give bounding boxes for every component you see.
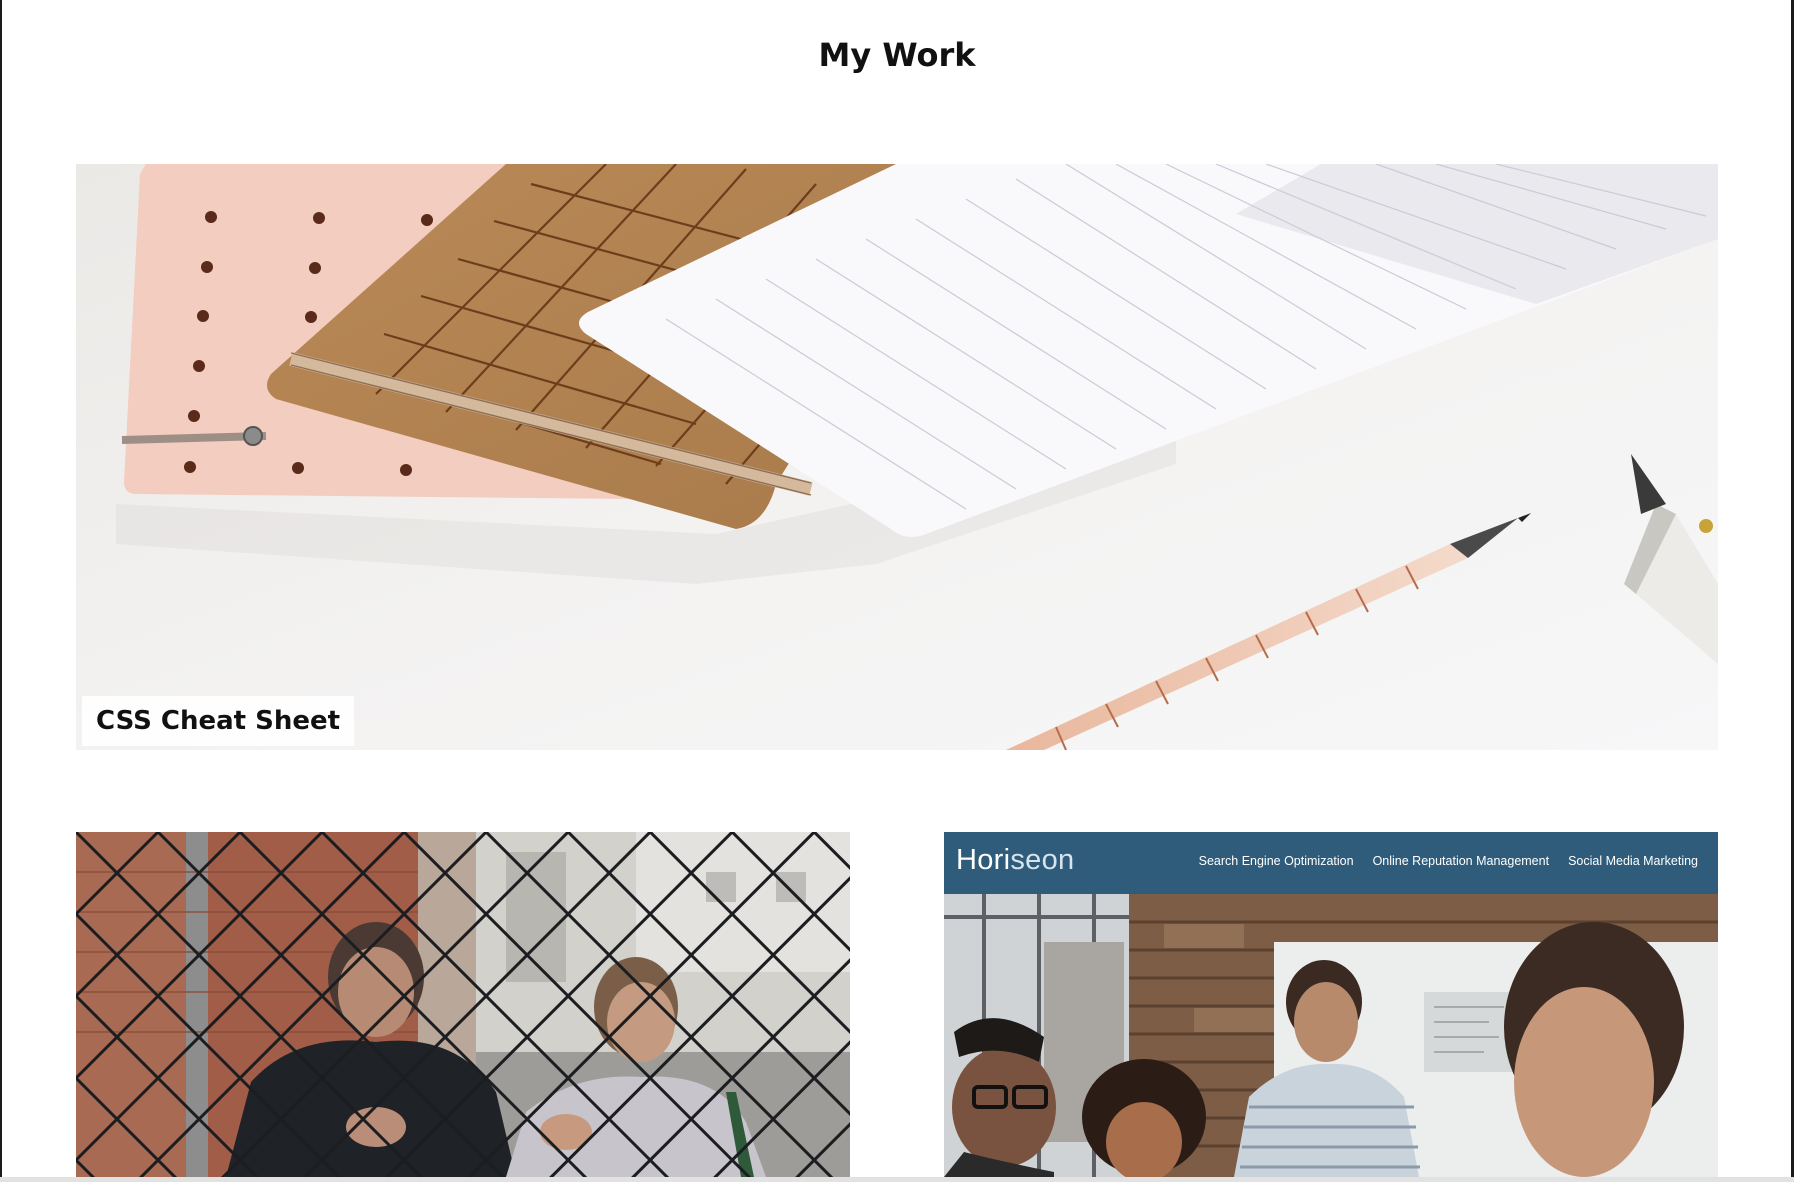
portfolio-page: My Work CSS Cheat Sheet Horiseon Search … [0, 0, 1794, 1182]
notebooks-and-pens-photo [76, 164, 1718, 750]
mock-nav-item-social: Social Media Marketing [1568, 854, 1698, 868]
window-edge-left [0, 0, 2, 1182]
project-card-2[interactable] [76, 832, 850, 1177]
mock-site-nav: Search Engine Optimization Online Reputa… [1199, 854, 1698, 868]
bottom-scroll-edge [0, 1177, 1794, 1182]
mock-nav-item-seo: Search Engine Optimization [1198, 854, 1354, 868]
logo-light-part: seon [1010, 844, 1075, 876]
horiseon-logo: Horiseon [956, 844, 1074, 877]
section-title: My Work [818, 36, 976, 74]
project-card-horiseon[interactable]: Horiseon Search Engine Optimization Onli… [944, 832, 1718, 1177]
logo-bold-part: Hori [956, 844, 1011, 876]
mock-site-header: Horiseon Search Engine Optimization Onli… [944, 832, 1718, 894]
project-card-css-cheat-sheet[interactable]: CSS Cheat Sheet [76, 164, 1718, 750]
people-behind-fence-photo [76, 832, 850, 1177]
mock-nav-item-reputation: Online Reputation Management [1372, 854, 1550, 868]
project-caption: CSS Cheat Sheet [82, 696, 355, 746]
